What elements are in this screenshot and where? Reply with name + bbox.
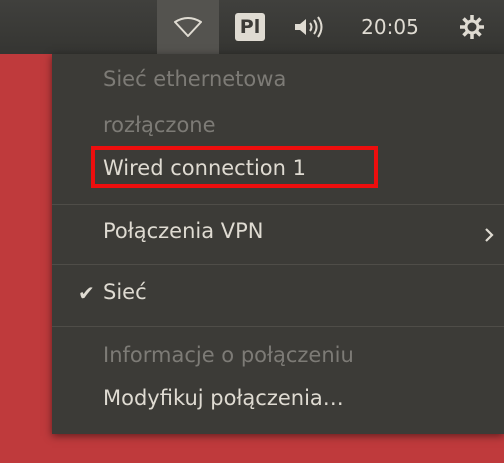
vpn-connections-label: Połączenia VPN bbox=[103, 219, 264, 243]
wifi-icon bbox=[174, 17, 202, 37]
gear-icon bbox=[460, 15, 484, 39]
network-indicator[interactable] bbox=[157, 0, 219, 54]
network-toggle-item[interactable]: ✔ Sieć bbox=[52, 271, 504, 313]
chevron-right-icon bbox=[484, 224, 494, 248]
connection-info-label: Informacje o połączeniu bbox=[103, 343, 354, 367]
vpn-connections-item[interactable]: Połączenia VPN bbox=[52, 210, 504, 252]
keyboard-layout-badge: Pl bbox=[235, 13, 265, 41]
volume-icon bbox=[295, 16, 323, 38]
highlight-annotation bbox=[91, 146, 378, 188]
ethernet-status-label: rozłączone bbox=[103, 113, 216, 137]
edit-connections-label: Modyfikuj połączenia… bbox=[103, 386, 344, 410]
ethernet-status: rozłączone bbox=[52, 104, 504, 146]
sound-indicator[interactable] bbox=[282, 0, 334, 54]
clock[interactable]: 20:05 bbox=[344, 0, 436, 54]
edit-connections-item[interactable]: Modyfikuj połączenia… bbox=[52, 377, 504, 419]
top-panel: Pl 20:05 bbox=[0, 0, 504, 54]
ethernet-header: Sieć ethernetowa bbox=[52, 58, 504, 100]
keyboard-layout-indicator[interactable]: Pl bbox=[228, 0, 272, 54]
menu-separator bbox=[52, 264, 504, 265]
connection-info-item: Informacje o połączeniu bbox=[52, 334, 504, 376]
network-toggle-label: Sieć bbox=[103, 280, 147, 304]
session-indicator[interactable] bbox=[450, 0, 494, 54]
network-menu: Sieć ethernetowa rozłączone Wired connec… bbox=[52, 54, 504, 434]
checkmark-icon: ✔ bbox=[78, 281, 95, 305]
ethernet-header-label: Sieć ethernetowa bbox=[103, 67, 287, 91]
clock-time: 20:05 bbox=[361, 15, 419, 39]
menu-separator bbox=[52, 204, 504, 205]
menu-separator bbox=[52, 326, 504, 327]
